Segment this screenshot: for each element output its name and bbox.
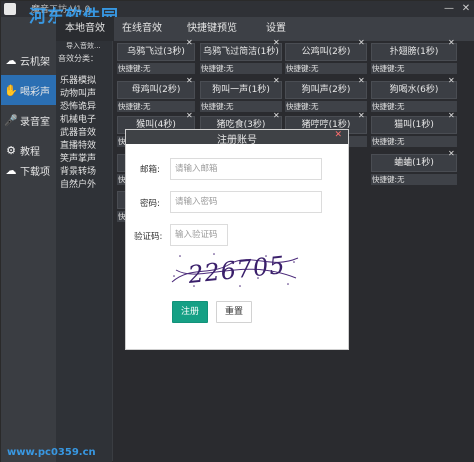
hotkey-label: 快捷键:无 — [117, 101, 195, 112]
sound-button[interactable]: 狗叫一声(1秒) — [200, 81, 282, 99]
hotkey-label: 快捷键:无 — [371, 63, 457, 74]
dialog-title-bar: 注册账号 ✕ — [126, 130, 348, 146]
sound-button[interactable]: 乌鸦飞过(3秒) — [117, 43, 195, 61]
remove-sound-icon[interactable]: ✕ — [358, 77, 365, 85]
remove-sound-icon[interactable]: ✕ — [273, 112, 280, 120]
remove-sound-icon[interactable]: ✕ — [448, 77, 455, 85]
remove-sound-icon[interactable]: ✕ — [448, 150, 455, 158]
password-field[interactable] — [170, 191, 322, 213]
sound-button[interactable]: 狗喝水(6秒) — [371, 81, 457, 99]
dialog-close-icon[interactable]: ✕ — [334, 130, 342, 140]
sidebar-item-downloads[interactable]: ☁ 下载项 — [1, 155, 56, 185]
tab-online-sounds[interactable]: 在线音效 — [114, 17, 170, 41]
hotkey-label: 快捷键:无 — [117, 63, 195, 74]
sound-button[interactable]: 公鸡叫(2秒) — [285, 43, 367, 61]
remove-sound-icon[interactable]: ✕ — [273, 77, 280, 85]
category-item[interactable]: 乐器模拟 — [60, 73, 96, 86]
remove-sound-icon[interactable]: ✕ — [186, 77, 193, 85]
category-item[interactable]: 机械电子 — [60, 112, 96, 125]
sidebar-item-label: 云机架 — [20, 56, 50, 68]
hotkey-label: 快捷键:无 — [285, 101, 367, 112]
email-field[interactable] — [170, 158, 322, 180]
cloud-icon: ☁ — [5, 53, 17, 67]
remove-sound-icon[interactable]: ✕ — [358, 112, 365, 120]
sidebar-item-cloud-rack[interactable]: ☁ 云机架 — [1, 45, 56, 75]
remove-sound-icon[interactable]: ✕ — [186, 112, 193, 120]
remove-sound-icon[interactable]: ✕ — [448, 112, 455, 120]
sound-button[interactable]: 狗叫声(2秒) — [285, 81, 367, 99]
hotkey-label: 快捷键:无 — [200, 63, 282, 74]
hotkey-label: 快捷键:无 — [371, 174, 457, 185]
category-item[interactable]: 恐怖诡异 — [60, 99, 96, 112]
sound-button[interactable]: 蛐蛐(1秒) — [371, 154, 457, 172]
category-item[interactable]: 武器音效 — [60, 125, 96, 138]
category-item[interactable]: 动物叫声 — [60, 86, 96, 99]
watermark-url: www.pc0359.cn — [7, 447, 96, 458]
captcha-label: 验证码: — [134, 232, 163, 242]
captcha-text: 226705 — [186, 251, 287, 289]
dialog-title: 注册账号 — [217, 135, 257, 146]
sound-button[interactable]: 扑翅膀(1秒) — [371, 43, 457, 61]
import-sound-input[interactable]: 导入音效... — [57, 41, 111, 52]
password-label: 密码: — [140, 199, 160, 209]
sound-button[interactable]: 乌鸦飞过简洁(1秒) — [200, 43, 282, 61]
tab-local-sounds[interactable]: 本地音效 — [56, 17, 114, 41]
email-label: 邮箱: — [140, 165, 160, 175]
clap-icon: ✋ — [4, 83, 18, 97]
hotkey-label: 快捷键:无 — [285, 63, 367, 74]
microphone-icon: 🎤 — [4, 113, 18, 127]
remove-sound-icon[interactable]: ✕ — [186, 39, 193, 47]
sidebar-item-label: 喝彩声 — [20, 86, 50, 98]
hotkey-label: 快捷键:无 — [200, 101, 282, 112]
captcha-image[interactable]: 226705 — [170, 248, 302, 290]
category-item[interactable]: 自然户外 — [60, 177, 96, 190]
app-window: 魔音工坊 V1.0 — ✕ 河东软件园 本地音效 在线音效 快捷键预览 设置 ☁… — [0, 0, 474, 462]
register-dialog: 注册账号 ✕ 邮箱: 密码: 验证码: 226705 注册 重置 — [125, 129, 349, 350]
sidebar-item-label: 下载项 — [20, 166, 50, 178]
register-button[interactable]: 注册 — [172, 301, 208, 323]
category-panel: 导入音效... 音效分类： 乐器模拟 动物叫声 恐怖诡异 机械电子 武器音效 直… — [56, 41, 112, 462]
captcha-field[interactable] — [170, 224, 228, 246]
remove-sound-icon[interactable]: ✕ — [273, 39, 280, 47]
hotkey-label: 快捷键:无 — [371, 136, 457, 147]
minimize-button[interactable]: — — [442, 2, 456, 16]
category-item[interactable]: 直播特效 — [60, 138, 96, 151]
close-button[interactable]: ✕ — [459, 2, 473, 16]
sidebar-item-label: 录音室 — [20, 116, 50, 128]
category-header: 音效分类： — [58, 54, 98, 63]
remove-sound-icon[interactable]: ✕ — [358, 39, 365, 47]
cloud-download-icon: ☁ — [5, 163, 17, 177]
category-item[interactable]: 背景转场 — [60, 164, 96, 177]
sidebar-item-cheers[interactable]: ✋ 喝彩声 — [1, 75, 56, 105]
sound-button[interactable]: 猫叫(1秒) — [371, 116, 457, 134]
reset-button[interactable]: 重置 — [216, 301, 252, 323]
sidebar-item-recording-studio[interactable]: 🎤 录音室 — [1, 105, 56, 135]
app-logo-icon — [4, 3, 16, 15]
tab-bar: 本地音效 在线音效 快捷键预览 设置 — [56, 17, 474, 41]
sound-button[interactable]: 母鸡叫(2秒) — [117, 81, 195, 99]
sidebar: ☁ 云机架 ✋ 喝彩声 🎤 录音室 ⚙ 教程 ☁ 下载项 — [1, 41, 56, 462]
hotkey-label: 快捷键:无 — [371, 101, 457, 112]
tab-hotkey-preview[interactable]: 快捷键预览 — [170, 17, 254, 41]
category-item[interactable]: 笑声掌声 — [60, 151, 96, 164]
remove-sound-icon[interactable]: ✕ — [448, 39, 455, 47]
